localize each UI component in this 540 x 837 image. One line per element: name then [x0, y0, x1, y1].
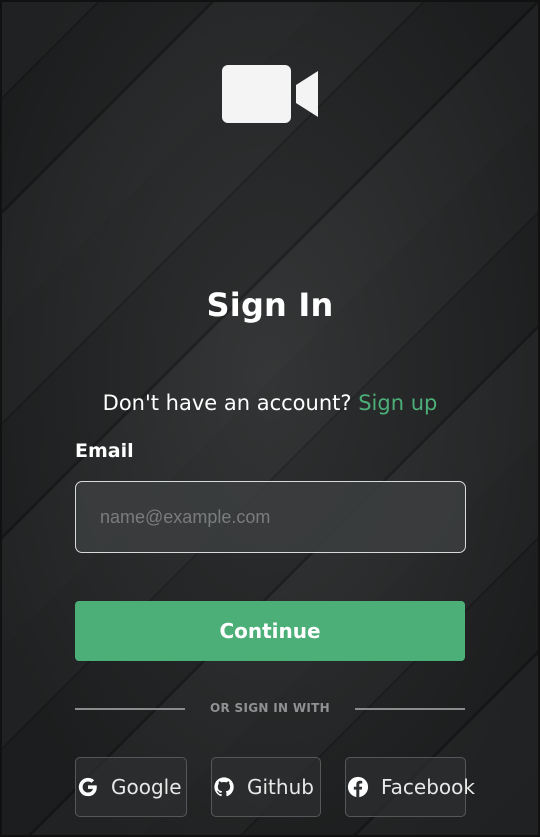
continue-button[interactable]: Continue [75, 601, 465, 661]
email-label: Email [75, 440, 134, 462]
google-sign-in-button[interactable]: Google [75, 757, 187, 817]
account-prompt: Don't have an account? Sign up [0, 391, 540, 415]
divider-right [355, 708, 465, 710]
facebook-label: Facebook [381, 775, 475, 799]
sign-up-link[interactable]: Sign up [358, 391, 437, 415]
github-sign-in-button[interactable]: Github [211, 757, 321, 817]
github-icon [213, 776, 235, 798]
github-label: Github [247, 775, 314, 799]
divider-text: OR SIGN IN WITH [210, 701, 330, 715]
google-label: Google [111, 775, 182, 799]
sign-in-page: Sign In Don't have an account? Sign up E… [0, 0, 540, 837]
google-icon [77, 776, 99, 798]
page-title: Sign In [206, 286, 334, 324]
facebook-icon [347, 776, 369, 798]
facebook-sign-in-button[interactable]: Facebook [345, 757, 475, 817]
divider-left [75, 708, 185, 710]
account-prompt-text: Don't have an account? [102, 391, 352, 415]
video-camera-icon [222, 65, 318, 123]
email-field[interactable] [75, 481, 466, 553]
